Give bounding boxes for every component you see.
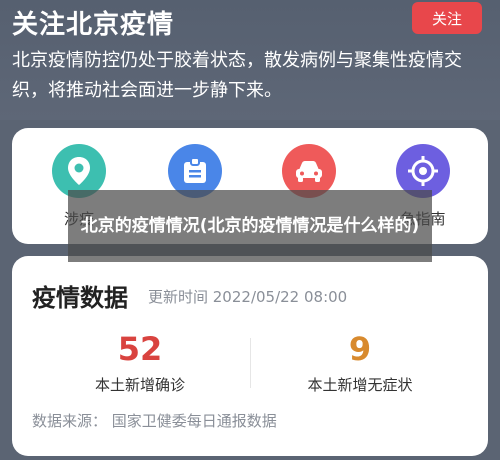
follow-button[interactable]: 关注 [412,2,482,34]
stat-label: 本土新增无症状 [307,376,413,394]
stat-label: 本土新增确诊 [94,376,185,394]
stat-value: 52 [117,330,163,368]
divider [250,338,251,388]
header: 关注北京疫情 关注 北京疫情防控仍处于胶着状态，散发病例与聚集性疫情交织，将推动… [0,0,500,120]
stat-asymptomatic: 9 本土新增无症状 [270,330,450,395]
update-time: 更新时间 2022/05/22 08:00 [148,288,348,306]
caption-overlay: 北京的疫情情况(北京的疫情情况是什么样的) [68,190,432,262]
stat-confirmed: 52 本土新增确诊 [50,330,230,395]
caption-text: 北京的疫情情况(北京的疫情情况是什么样的) [80,216,420,236]
stats-title: 疫情数据 [32,284,128,312]
stat-value: 9 [348,330,372,368]
header-description: 北京疫情防控仍处于胶着状态，散发病例与聚集性疫情交织，将推动社会面进一步静下来。 [12,50,462,101]
data-source: 数据来源： 国家卫健委每日通报数据 [32,412,277,430]
stats-card: 疫情数据 更新时间 2022/05/22 08:00 52 本土新增确诊 9 本… [12,256,488,456]
page-title: 关注北京疫情 [12,10,175,40]
